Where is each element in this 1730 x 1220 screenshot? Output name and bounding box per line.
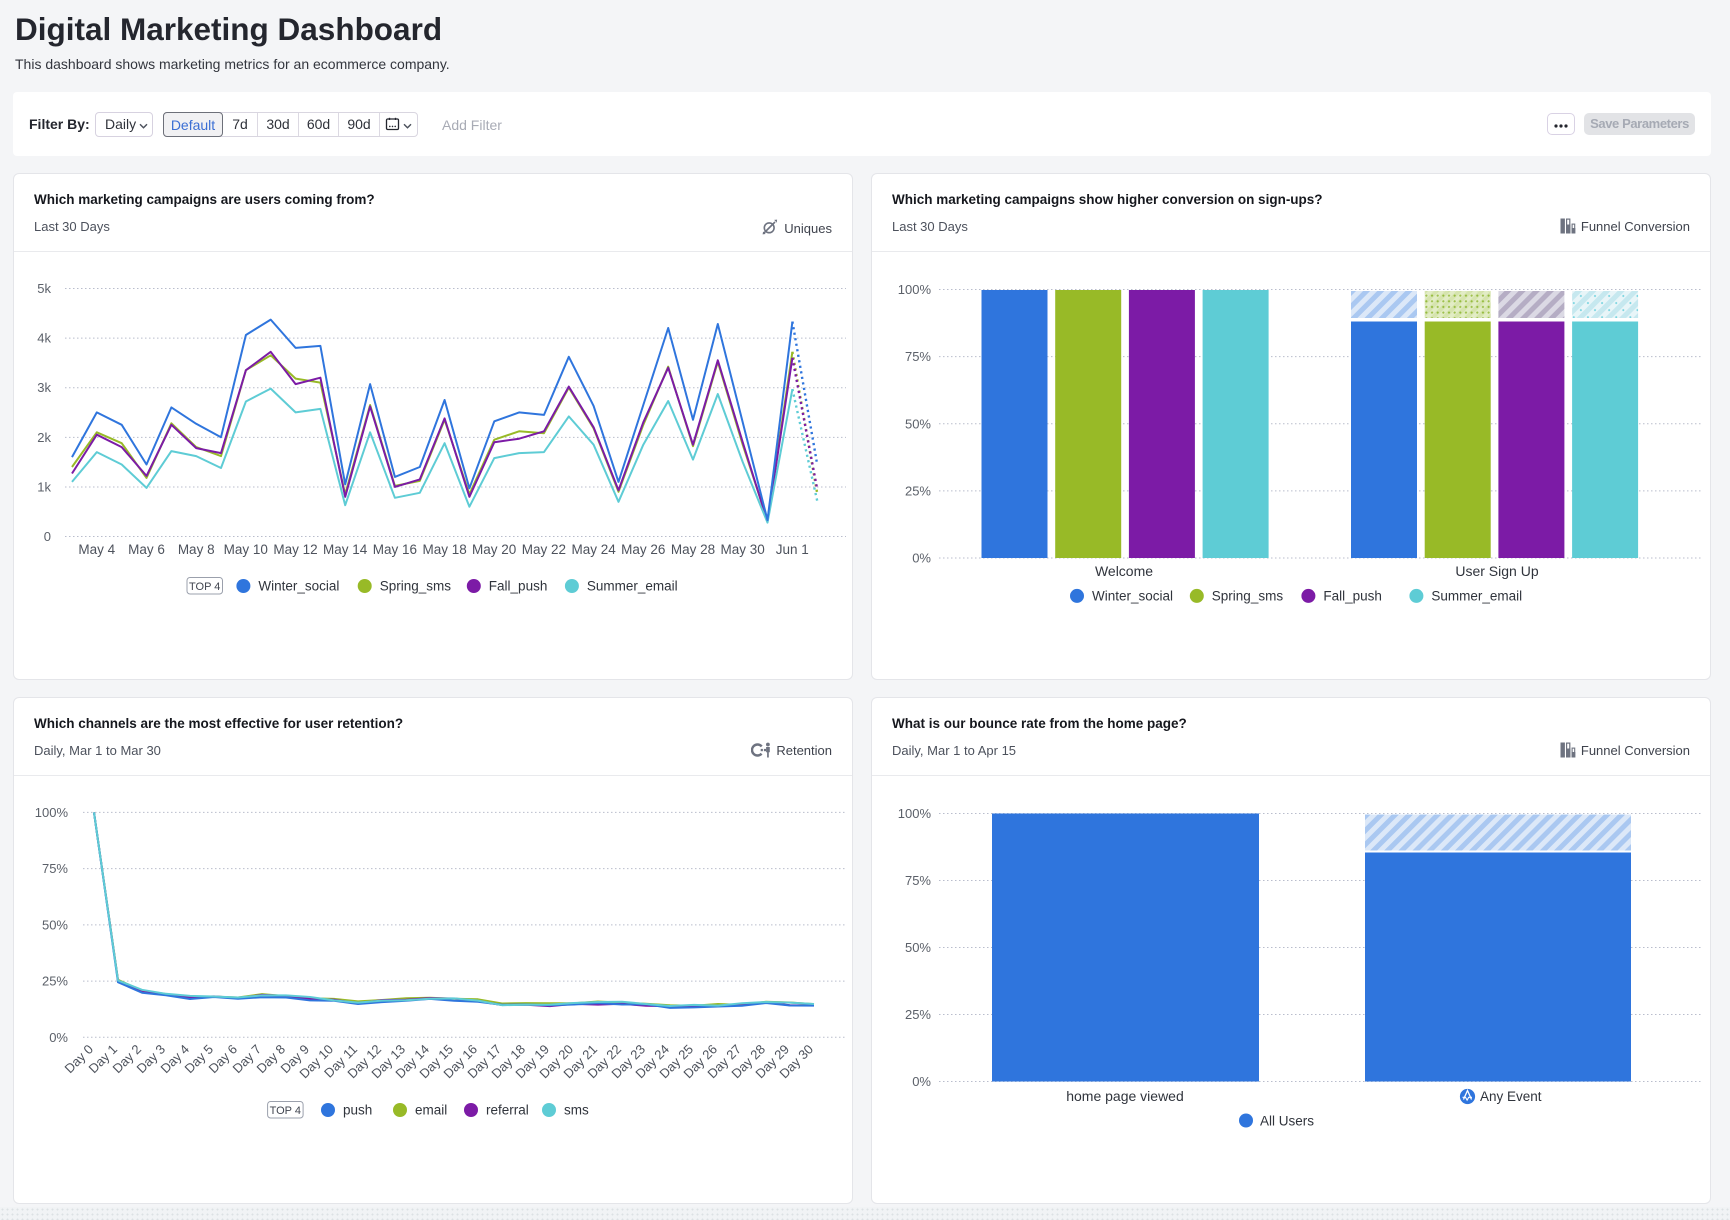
svg-text:May 20: May 20 — [472, 542, 516, 557]
svg-text:75%: 75% — [905, 873, 931, 888]
svg-text:25%: 25% — [42, 974, 68, 989]
svg-text:May 12: May 12 — [273, 542, 317, 557]
svg-text:May 16: May 16 — [373, 542, 417, 557]
svg-text:sms: sms — [564, 1103, 589, 1118]
svg-text:Spring_sms: Spring_sms — [1212, 588, 1284, 603]
svg-text:100%: 100% — [898, 806, 932, 821]
svg-text:0%: 0% — [912, 551, 931, 566]
svg-text:home page viewed: home page viewed — [1066, 1088, 1184, 1104]
svg-text:May 18: May 18 — [422, 542, 466, 557]
svg-text:3k: 3k — [37, 380, 51, 395]
svg-text:Summer_email: Summer_email — [587, 579, 678, 594]
svg-text:4k: 4k — [37, 331, 51, 346]
svg-text:0%: 0% — [49, 1030, 68, 1045]
svg-text:1k: 1k — [37, 480, 51, 495]
svg-text:75%: 75% — [905, 349, 931, 364]
svg-text:100%: 100% — [898, 282, 932, 297]
svg-text:50%: 50% — [905, 940, 931, 955]
svg-text:100%: 100% — [35, 805, 69, 820]
svg-text:25%: 25% — [905, 483, 931, 498]
svg-text:referral: referral — [486, 1103, 529, 1118]
svg-text:email: email — [415, 1103, 447, 1118]
svg-text:0%: 0% — [912, 1074, 931, 1089]
svg-text:May 4: May 4 — [78, 542, 115, 557]
svg-text:TOP 4: TOP 4 — [270, 1105, 301, 1117]
svg-text:May 28: May 28 — [671, 542, 715, 557]
svg-text:Welcome: Welcome — [1095, 563, 1153, 579]
svg-text:May 10: May 10 — [224, 542, 268, 557]
svg-text:May 30: May 30 — [720, 542, 764, 557]
svg-text:May 22: May 22 — [522, 542, 566, 557]
svg-text:May 14: May 14 — [323, 542, 368, 557]
svg-text:25%: 25% — [905, 1007, 931, 1022]
svg-text:Winter_social: Winter_social — [1092, 588, 1173, 603]
svg-text:75%: 75% — [42, 861, 68, 876]
svg-text:50%: 50% — [905, 416, 931, 431]
svg-text:Fall_push: Fall_push — [489, 579, 548, 594]
svg-text:Any Event: Any Event — [1480, 1089, 1542, 1104]
svg-text:May 24: May 24 — [571, 542, 616, 557]
svg-text:push: push — [343, 1103, 372, 1118]
svg-text:Jun 1: Jun 1 — [776, 542, 809, 557]
svg-text:May 26: May 26 — [621, 542, 665, 557]
svg-text:Spring_sms: Spring_sms — [380, 579, 452, 594]
svg-text:User Sign Up: User Sign Up — [1455, 563, 1538, 579]
svg-text:5k: 5k — [37, 281, 51, 296]
svg-text:0: 0 — [44, 529, 51, 544]
svg-text:TOP 4: TOP 4 — [189, 581, 220, 593]
svg-text:2k: 2k — [37, 430, 51, 445]
svg-text:All Users: All Users — [1260, 1114, 1314, 1129]
svg-text:May 8: May 8 — [178, 542, 215, 557]
svg-text:Summer_email: Summer_email — [1431, 588, 1522, 603]
svg-text:50%: 50% — [42, 917, 68, 932]
svg-text:May 6: May 6 — [128, 542, 165, 557]
svg-text:Fall_push: Fall_push — [1323, 588, 1382, 603]
svg-text:Winter_social: Winter_social — [258, 579, 339, 594]
